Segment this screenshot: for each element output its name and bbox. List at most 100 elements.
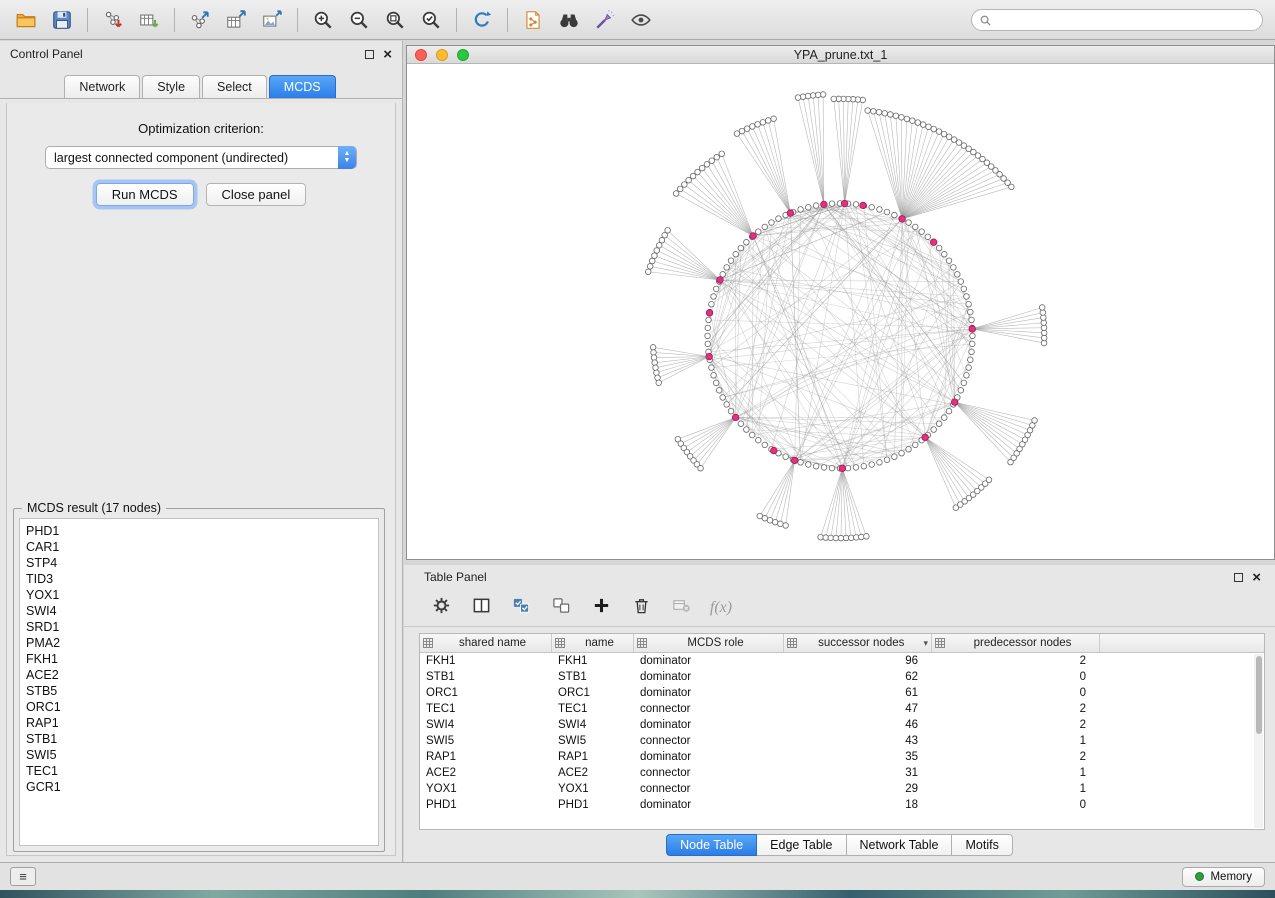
table-cell[interactable]: YOX1 (420, 783, 552, 795)
mcds-result-item[interactable]: CAR1 (20, 539, 378, 555)
table-cell[interactable]: ACE2 (420, 767, 552, 779)
column-edit-icon[interactable] (935, 638, 945, 648)
table-cell[interactable]: SWI4 (552, 719, 634, 731)
tab-node-table[interactable]: Node Table (666, 834, 757, 856)
table-cell[interactable]: 31 (784, 767, 932, 779)
network-window-titlebar[interactable]: YPA_prune.txt_1 (407, 46, 1274, 64)
table-cell[interactable]: dominator (634, 671, 784, 683)
column-edit-icon[interactable] (637, 638, 647, 648)
table-cell[interactable]: 29 (784, 783, 932, 795)
column-edit-icon[interactable] (555, 638, 565, 648)
table-row[interactable]: PHD1PHD1dominator180 (420, 797, 1264, 813)
float-table-panel-icon[interactable] (1234, 573, 1243, 582)
table-cell[interactable]: 35 (784, 751, 932, 763)
table-cell[interactable]: connector (634, 767, 784, 779)
mcds-result-item[interactable]: RAP1 (20, 715, 378, 731)
table-cell[interactable]: 0 (932, 799, 1100, 811)
toggle-visibility-button[interactable] (623, 4, 659, 36)
table-cell[interactable]: SWI5 (552, 735, 634, 747)
share-document-button[interactable] (515, 4, 551, 36)
table-cell[interactable]: FKH1 (552, 655, 634, 667)
table-row[interactable]: FKH1FKH1dominator962 (420, 653, 1264, 669)
export-network-button[interactable] (182, 4, 218, 36)
table-cell[interactable]: PHD1 (420, 799, 552, 811)
tab-edge-table[interactable]: Edge Table (757, 834, 846, 856)
mcds-result-item[interactable]: YOX1 (20, 587, 378, 603)
save-session-button[interactable] (44, 4, 80, 36)
table-cell[interactable]: 2 (932, 719, 1100, 731)
open-file-button[interactable] (8, 4, 44, 36)
mcds-result-item[interactable]: GCR1 (20, 779, 378, 795)
table-row[interactable]: ACE2ACE2connector311 (420, 765, 1264, 781)
table-cell[interactable]: STB1 (420, 671, 552, 683)
select-all-button[interactable] (508, 595, 534, 621)
table-cell[interactable]: 18 (784, 799, 932, 811)
table-cell[interactable]: 2 (932, 751, 1100, 763)
mcds-result-item[interactable]: STB5 (20, 683, 378, 699)
table-cell[interactable]: 0 (932, 671, 1100, 683)
tab-network-table[interactable]: Network Table (847, 834, 953, 856)
tab-network[interactable]: Network (64, 75, 140, 98)
mcds-result-item[interactable]: ACE2 (20, 667, 378, 683)
mcds-result-item[interactable]: TEC1 (20, 763, 378, 779)
export-table-button[interactable] (218, 4, 254, 36)
mcds-result-item[interactable]: STP4 (20, 555, 378, 571)
table-scrollbar-thumb[interactable] (1256, 656, 1262, 734)
column-edit-icon[interactable] (787, 638, 797, 648)
table-cell[interactable]: 0 (932, 687, 1100, 699)
table-cell[interactable]: TEC1 (552, 703, 634, 715)
table-scrollbar[interactable] (1254, 654, 1263, 828)
table-cell[interactable]: FKH1 (420, 655, 552, 667)
columns-button[interactable] (468, 595, 494, 621)
mcds-result-item[interactable]: ORC1 (20, 699, 378, 715)
table-cell[interactable]: ORC1 (420, 687, 552, 699)
delete-button[interactable] (628, 595, 654, 621)
table-cell[interactable]: dominator (634, 687, 784, 699)
table-cell[interactable]: 96 (784, 655, 932, 667)
run-mcds-button[interactable]: Run MCDS (96, 183, 194, 206)
table-cell[interactable]: connector (634, 783, 784, 795)
table-cell[interactable]: dominator (634, 751, 784, 763)
zoom-fit-button[interactable] (377, 4, 413, 36)
table-cell[interactable]: 1 (932, 735, 1100, 747)
table-cell[interactable]: 2 (932, 655, 1100, 667)
table-row[interactable]: SWI4SWI4dominator462 (420, 717, 1264, 733)
table-cell[interactable]: ACE2 (552, 767, 634, 779)
float-panel-icon[interactable] (365, 50, 374, 59)
minimize-window-icon[interactable] (436, 49, 448, 61)
table-cell[interactable]: connector (634, 703, 784, 715)
table-row[interactable]: SWI5SWI5connector431 (420, 733, 1264, 749)
tab-style[interactable]: Style (142, 75, 200, 98)
mcds-result-item[interactable]: STB1 (20, 731, 378, 747)
mcds-result-item[interactable]: PMA2 (20, 635, 378, 651)
table-cell[interactable]: YOX1 (552, 783, 634, 795)
search-input[interactable] (992, 11, 1262, 29)
table-cell[interactable]: 62 (784, 671, 932, 683)
table-cell[interactable]: 47 (784, 703, 932, 715)
mcds-result-item[interactable]: TID3 (20, 571, 378, 587)
close-panel-button[interactable]: Close panel (206, 183, 307, 206)
table-cell[interactable]: ORC1 (552, 687, 634, 699)
zoom-out-button[interactable] (341, 4, 377, 36)
table-row[interactable]: TEC1TEC1connector472 (420, 701, 1264, 717)
table-cell[interactable]: dominator (634, 799, 784, 811)
paint-style-button[interactable] (587, 4, 623, 36)
tab-select[interactable]: Select (202, 75, 267, 98)
import-network-button[interactable] (95, 4, 131, 36)
apply-layout-button[interactable] (464, 4, 500, 36)
zoom-in-button[interactable] (305, 4, 341, 36)
export-image-button[interactable] (254, 4, 290, 36)
mcds-result-item[interactable]: SRD1 (20, 619, 378, 635)
column-header-predecessor-nodes[interactable]: predecessor nodes (932, 634, 1100, 652)
mcds-result-list[interactable]: PHD1CAR1STP4TID3YOX1SWI4SRD1PMA2FKH1ACE2… (19, 518, 379, 846)
zoom-selected-button[interactable] (413, 4, 449, 36)
sort-chevron-icon[interactable]: ▾ (923, 638, 928, 649)
column-header-MCDS-role[interactable]: MCDS role (634, 634, 784, 652)
column-edit-icon[interactable] (423, 638, 433, 648)
table-cell[interactable]: connector (634, 735, 784, 747)
column-header-name[interactable]: name (552, 634, 634, 652)
maximize-window-icon[interactable] (457, 49, 469, 61)
table-cell[interactable]: PHD1 (552, 799, 634, 811)
table-row[interactable]: STB1STB1dominator620 (420, 669, 1264, 685)
table-cell[interactable]: RAP1 (420, 751, 552, 763)
